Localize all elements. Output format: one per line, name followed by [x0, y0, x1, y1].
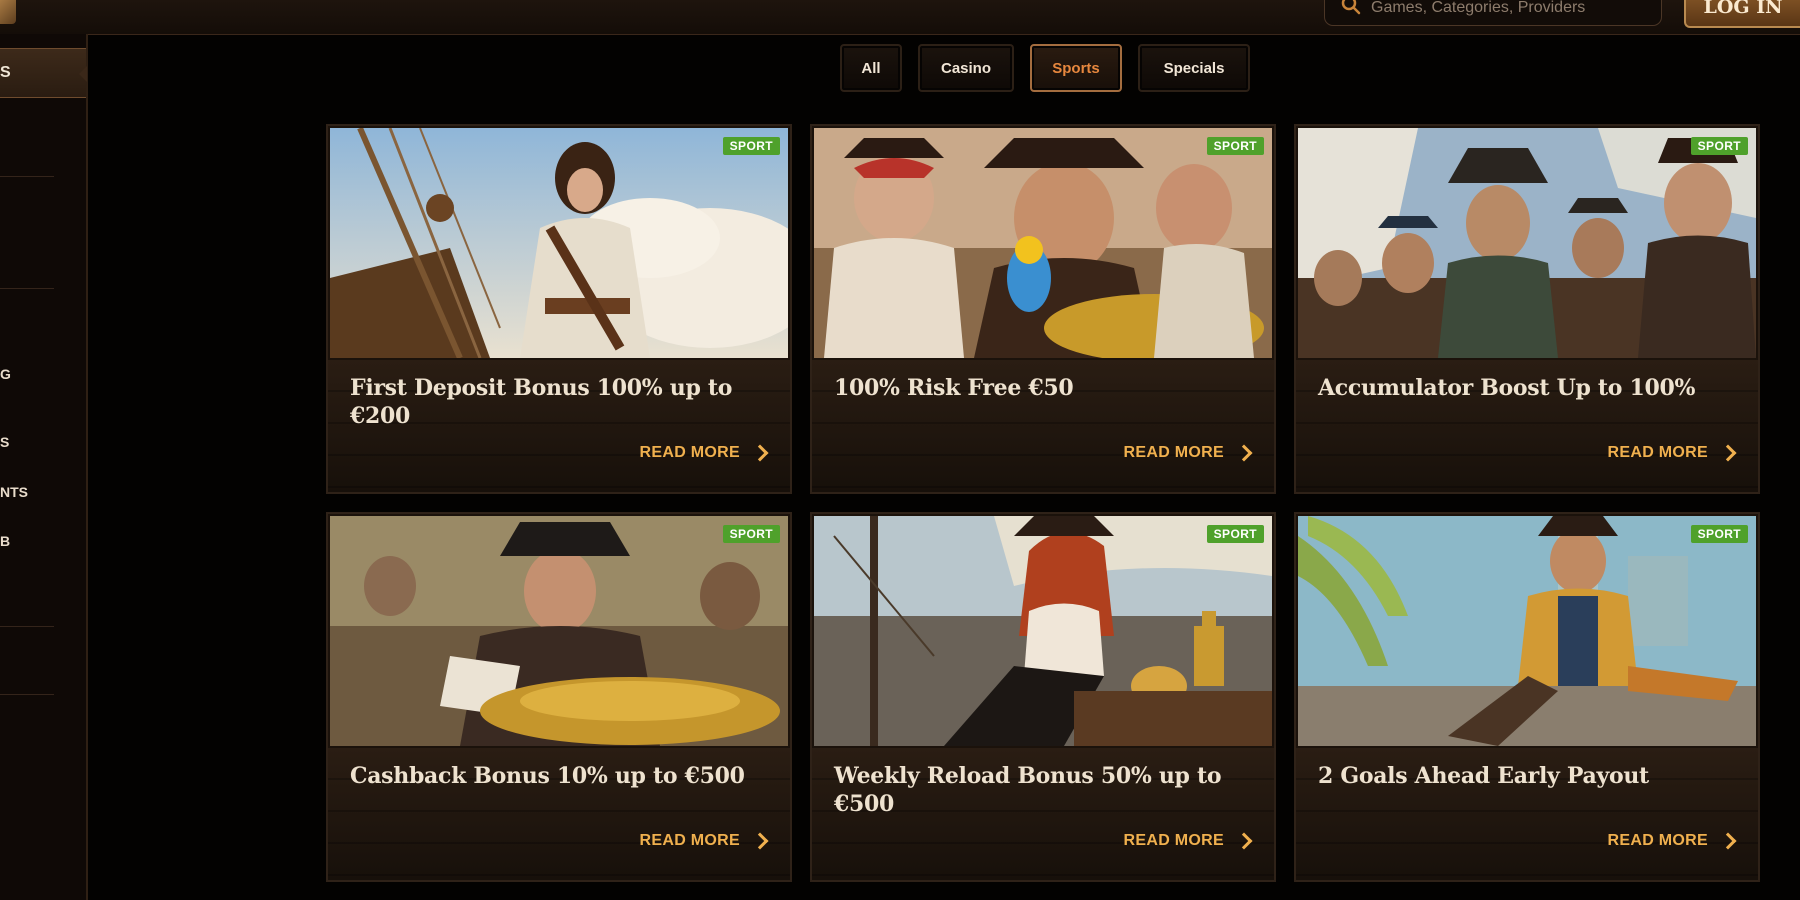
promo-card[interactable]: SPORT Accumulator Boost Up to 100% READ … [1294, 124, 1760, 494]
read-more-label: READ MORE [1123, 832, 1224, 849]
sidebar-item[interactable]: NTS [0, 484, 86, 500]
pirates-parrot-image [814, 128, 1272, 358]
promo-title: Accumulator Boost Up to 100% [1318, 375, 1696, 401]
divider [0, 288, 54, 289]
pirate-woman-rum-image [814, 516, 1272, 746]
sport-badge: SPORT [1206, 525, 1264, 543]
read-more-link[interactable]: READ MORE [639, 832, 769, 850]
login-button[interactable]: LOG IN [1684, 0, 1800, 28]
sport-badge: SPORT [722, 525, 780, 543]
read-more-link[interactable]: READ MORE [1123, 832, 1253, 850]
promo-image[interactable]: SPORT [1298, 516, 1756, 746]
top-header: Games, Categories, Providers LOG IN [0, 0, 1800, 35]
sidebar-item-label: B [0, 533, 11, 549]
tab-all[interactable]: All [840, 44, 902, 92]
search-icon [1341, 0, 1361, 15]
tab-specials[interactable]: Specials [1138, 44, 1250, 92]
promo-image[interactable]: SPORT [1298, 128, 1756, 358]
promo-title: First Deposit Bonus 100% up to €200 [350, 375, 733, 429]
read-more-link[interactable]: READ MORE [1607, 444, 1737, 462]
promo-title: 100% Risk Free €50 [834, 375, 1074, 401]
chevron-right-icon [751, 832, 769, 850]
sidebar-item[interactable]: S [0, 434, 86, 450]
search-input[interactable]: Games, Categories, Providers [1371, 0, 1585, 17]
read-more-link[interactable]: READ MORE [1123, 444, 1253, 462]
chevron-right-icon [1719, 832, 1737, 850]
divider [0, 176, 54, 177]
pirate-coins-image [330, 516, 788, 746]
sidebar-item[interactable]: G [0, 366, 86, 382]
logo[interactable] [0, 0, 16, 24]
sidebar-item-label: NTS [0, 484, 28, 500]
promo-card[interactable]: SPORT 2 Goals Ahead Early Payout READ MO… [1294, 512, 1760, 882]
promo-image[interactable]: SPORT [814, 516, 1272, 746]
divider [0, 626, 54, 627]
sport-badge: SPORT [722, 137, 780, 155]
sidebar-item[interactable]: B [0, 533, 86, 549]
promo-panel: Weekly Reload Bonus 50% up to €500 READ … [812, 748, 1274, 880]
promo-panel: 2 Goals Ahead Early Payout READ MORE [1296, 748, 1758, 880]
sport-badge: SPORT [1690, 137, 1748, 155]
tab-casino[interactable]: Casino [918, 44, 1014, 92]
promo-panel: First Deposit Bonus 100% up to €200 READ… [328, 360, 790, 492]
sidebar-item-label: S [0, 434, 10, 450]
promo-panel: Cashback Bonus 10% up to €500 READ MORE [328, 748, 790, 880]
tab-sports[interactable]: Sports [1030, 44, 1122, 92]
promo-title: Cashback Bonus 10% up to €500 [350, 763, 745, 789]
promo-card[interactable]: SPORT First Deposit Bonus 100% up to €20… [326, 124, 792, 494]
search-box[interactable]: Games, Categories, Providers [1324, 0, 1662, 26]
pirate-port-image [1298, 516, 1756, 746]
divider [0, 694, 54, 695]
read-more-label: READ MORE [1607, 832, 1708, 849]
promo-card[interactable]: SPORT 100% Risk Free €50 READ MORE [810, 124, 1276, 494]
promo-image[interactable]: SPORT [330, 128, 788, 358]
sport-badge: SPORT [1206, 137, 1264, 155]
chevron-right-icon [1235, 832, 1253, 850]
chevron-right-icon [751, 444, 769, 462]
sidebar: S G S NTS B [0, 34, 88, 900]
read-more-label: READ MORE [1123, 444, 1224, 461]
chevron-right-icon [1719, 444, 1737, 462]
read-more-label: READ MORE [639, 832, 740, 849]
chevron-right-icon [1235, 444, 1253, 462]
read-more-label: READ MORE [1607, 444, 1708, 461]
promo-panel: Accumulator Boost Up to 100% READ MORE [1296, 360, 1758, 492]
pirate-woman-image [330, 128, 788, 358]
promo-image[interactable]: SPORT [814, 128, 1272, 358]
promo-image[interactable]: SPORT [330, 516, 788, 746]
pirate-crew-image [1298, 128, 1756, 358]
promo-title: 2 Goals Ahead Early Payout [1318, 763, 1649, 789]
promo-panel: 100% Risk Free €50 READ MORE [812, 360, 1274, 492]
read-more-link[interactable]: READ MORE [1607, 832, 1737, 850]
read-more-link[interactable]: READ MORE [639, 444, 769, 462]
promo-card[interactable]: SPORT Weekly Reload Bonus 50% up to €500… [810, 512, 1276, 882]
promo-title: Weekly Reload Bonus 50% up to €500 [834, 763, 1222, 817]
promo-filter-tabs: All Casino Sports Specials [0, 44, 1800, 92]
promo-card[interactable]: SPORT Cashback Bonus 10% up to €500 READ… [326, 512, 792, 882]
read-more-label: READ MORE [639, 444, 740, 461]
sidebar-item-label: G [0, 366, 11, 382]
sport-badge: SPORT [1690, 525, 1748, 543]
